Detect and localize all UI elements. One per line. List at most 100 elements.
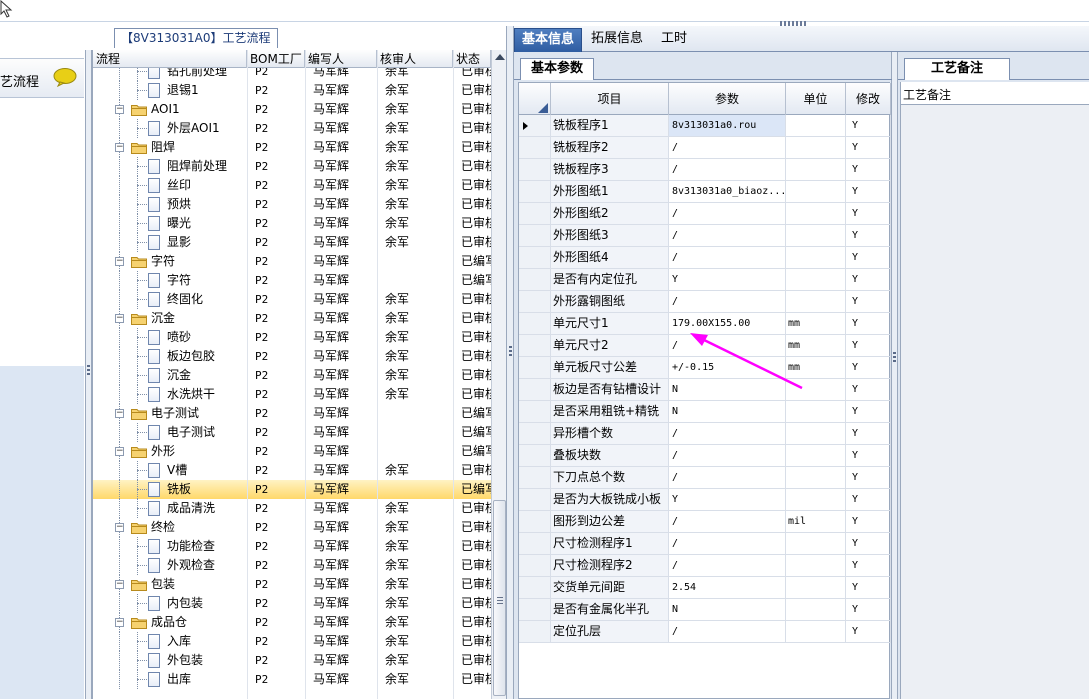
tree-node[interactable]: 终固化 [93, 290, 251, 309]
row-indicator[interactable] [519, 203, 551, 224]
collapse-icon[interactable]: − [115, 523, 124, 532]
tree-node[interactable]: 丝印 [93, 176, 251, 195]
col-header-param[interactable]: 参数 [669, 83, 786, 115]
tree-node[interactable]: 喷砂 [93, 328, 251, 347]
tree-row[interactable]: 外包装 P2 马军辉 余军 已审核 [93, 651, 491, 670]
row-indicator[interactable] [519, 335, 551, 356]
param-value-cell[interactable]: N [669, 599, 786, 620]
tree-node[interactable]: − 外形 [93, 442, 251, 461]
param-row[interactable]: 铣板程序3/ Y [519, 159, 891, 181]
tab-basic-info[interactable]: 基本信息 [514, 28, 583, 52]
tree-row[interactable]: 电子测试 P2 马军辉 已编写 [93, 423, 491, 442]
param-value-cell[interactable]: / [669, 159, 786, 180]
param-row[interactable]: 是否有金属化半孔 N Y [519, 599, 891, 621]
tree-node[interactable]: 铣板 [93, 480, 251, 499]
param-value-cell[interactable]: / [669, 511, 786, 532]
param-row[interactable]: 是否为大板铣成小板 Y Y [519, 489, 891, 511]
param-unit-cell[interactable] [786, 621, 846, 642]
param-unit-cell[interactable] [786, 423, 846, 444]
param-row[interactable]: 是否采用粗铣+精铣 N Y [519, 401, 891, 423]
tree-row[interactable]: − AOI1 P2 马军辉 余军 已审核 [93, 100, 491, 119]
tree-node[interactable]: − 包装 [93, 575, 251, 594]
tree-node[interactable]: 沉金 [93, 366, 251, 385]
tree-node[interactable]: 预烘 [93, 195, 251, 214]
param-value-cell[interactable]: / [669, 423, 786, 444]
param-row[interactable]: 交货单元间距 2.54 Y [519, 577, 891, 599]
collapse-icon[interactable]: − [115, 143, 124, 152]
row-indicator[interactable] [519, 247, 551, 268]
param-value-cell[interactable]: / [669, 533, 786, 554]
tree-row[interactable]: 外层AOI1 P2 马军辉 余军 已审核 [93, 119, 491, 138]
scroll-up-arrow-icon[interactable] [495, 54, 505, 60]
param-unit-cell[interactable] [786, 115, 846, 136]
param-unit-cell[interactable] [786, 555, 846, 576]
row-indicator[interactable] [519, 511, 551, 532]
param-unit-cell[interactable] [786, 445, 846, 466]
param-value-cell[interactable]: / [669, 555, 786, 576]
param-row[interactable]: 外形图纸1 8v313031a0_biaoz... Y [519, 181, 891, 203]
row-indicator[interactable] [519, 137, 551, 158]
param-value-cell[interactable]: / [669, 291, 786, 312]
tree-row[interactable]: − 阻焊 P2 马军辉 余军 已审核 [93, 138, 491, 157]
param-value-cell[interactable]: / [669, 445, 786, 466]
tree-node[interactable]: 退锡1 [93, 81, 251, 100]
tree-row[interactable]: 铣板 P2 马军辉 已编写 [93, 480, 491, 499]
tree-row[interactable]: 阻焊前处理 P2 马军辉 余军 已审核 [93, 157, 491, 176]
row-indicator[interactable] [519, 533, 551, 554]
param-row[interactable]: 尺寸检测程序1/ Y [519, 533, 891, 555]
notes-input[interactable] [901, 105, 1089, 699]
row-indicator[interactable] [519, 621, 551, 642]
process-tree-grid[interactable]: 流程 BOM工厂 编写人 核审人 状态 钻孔前处理P2马军辉余军已审核退锡1P2… [92, 50, 507, 699]
tree-row[interactable]: 退锡1 P2 马军辉 余军 已审核 [93, 81, 491, 100]
param-unit-cell[interactable] [786, 269, 846, 290]
collapse-icon[interactable]: − [115, 314, 124, 323]
tab-basic-params[interactable]: 基本参数 [520, 58, 595, 80]
param-value-cell[interactable]: / [669, 247, 786, 268]
tree-row[interactable]: − 包装 P2 马军辉 余军 已审核 [93, 575, 491, 594]
col-header-writer[interactable]: 编写人 [305, 50, 377, 68]
tree-node[interactable]: 阻焊前处理 [93, 157, 251, 176]
tree-row[interactable]: 内包装 P2 马军辉 余军 已审核 [93, 594, 491, 613]
col-header-unit[interactable]: 单位 [786, 83, 846, 115]
param-unit-cell[interactable] [786, 159, 846, 180]
param-row[interactable]: 叠板块数 / Y [519, 445, 891, 467]
tree-node[interactable]: 水洗烘干 [93, 385, 251, 404]
col-header-flow[interactable]: 流程 [93, 50, 247, 68]
param-row[interactable]: 异形槽个数 / Y [519, 423, 891, 445]
tree-row[interactable]: 显影 P2 马军辉 余军 已审核 [93, 233, 491, 252]
tree-node[interactable]: 外层AOI1 [93, 119, 251, 138]
param-value-cell[interactable]: 8v313031a0.rou [669, 115, 786, 136]
param-value-cell[interactable]: / [669, 621, 786, 642]
param-unit-cell[interactable] [786, 291, 846, 312]
param-value-cell[interactable]: / [669, 467, 786, 488]
tree-row[interactable]: V槽 P2 马军辉 余军 已审核 [93, 461, 491, 480]
tree-row[interactable]: − 成品仓 P2 马军辉 余军 已审核 [93, 613, 491, 632]
param-row[interactable]: 铣板程序2/ Y [519, 137, 891, 159]
row-indicator[interactable] [519, 379, 551, 400]
param-value-cell[interactable]: Y [669, 269, 786, 290]
param-unit-cell[interactable] [786, 401, 846, 422]
tree-node[interactable]: V槽 [93, 461, 251, 480]
middle-splitter[interactable] [506, 26, 514, 699]
tree-row[interactable]: 沉金 P2 马军辉 余军 已审核 [93, 366, 491, 385]
row-indicator[interactable] [519, 467, 551, 488]
collapse-icon[interactable]: − [115, 105, 124, 114]
tree-row[interactable]: 丝印 P2 马军辉 余军 已审核 [93, 176, 491, 195]
row-indicator[interactable] [519, 423, 551, 444]
nav-item-process-flow[interactable]: 艺流程 [0, 58, 84, 98]
row-indicator[interactable] [519, 159, 551, 180]
tree-row[interactable]: − 外形 P2 马军辉 已编写 [93, 442, 491, 461]
tree-row[interactable]: 曝光 P2 马军辉 余军 已审核 [93, 214, 491, 233]
tree-row[interactable]: 预烘 P2 马军辉 余军 已审核 [93, 195, 491, 214]
tree-row[interactable]: 出库 P2 马军辉 余军 已审核 [93, 670, 491, 689]
param-row[interactable]: 外形露铜图纸 / Y [519, 291, 891, 313]
param-row[interactable]: 图形到边公差 / mil Y [519, 511, 891, 533]
row-indicator[interactable] [519, 489, 551, 510]
tree-node[interactable]: − AOI1 [93, 100, 251, 119]
tree-row[interactable]: 喷砂 P2 马军辉 余军 已审核 [93, 328, 491, 347]
tree-node[interactable]: 显影 [93, 233, 251, 252]
tree-node[interactable]: 板边包胶 [93, 347, 251, 366]
tree-node[interactable]: 字符 [93, 271, 251, 290]
tree-node[interactable]: 入库 [93, 632, 251, 651]
tree-row[interactable]: − 电子测试 P2 马军辉 已编写 [93, 404, 491, 423]
